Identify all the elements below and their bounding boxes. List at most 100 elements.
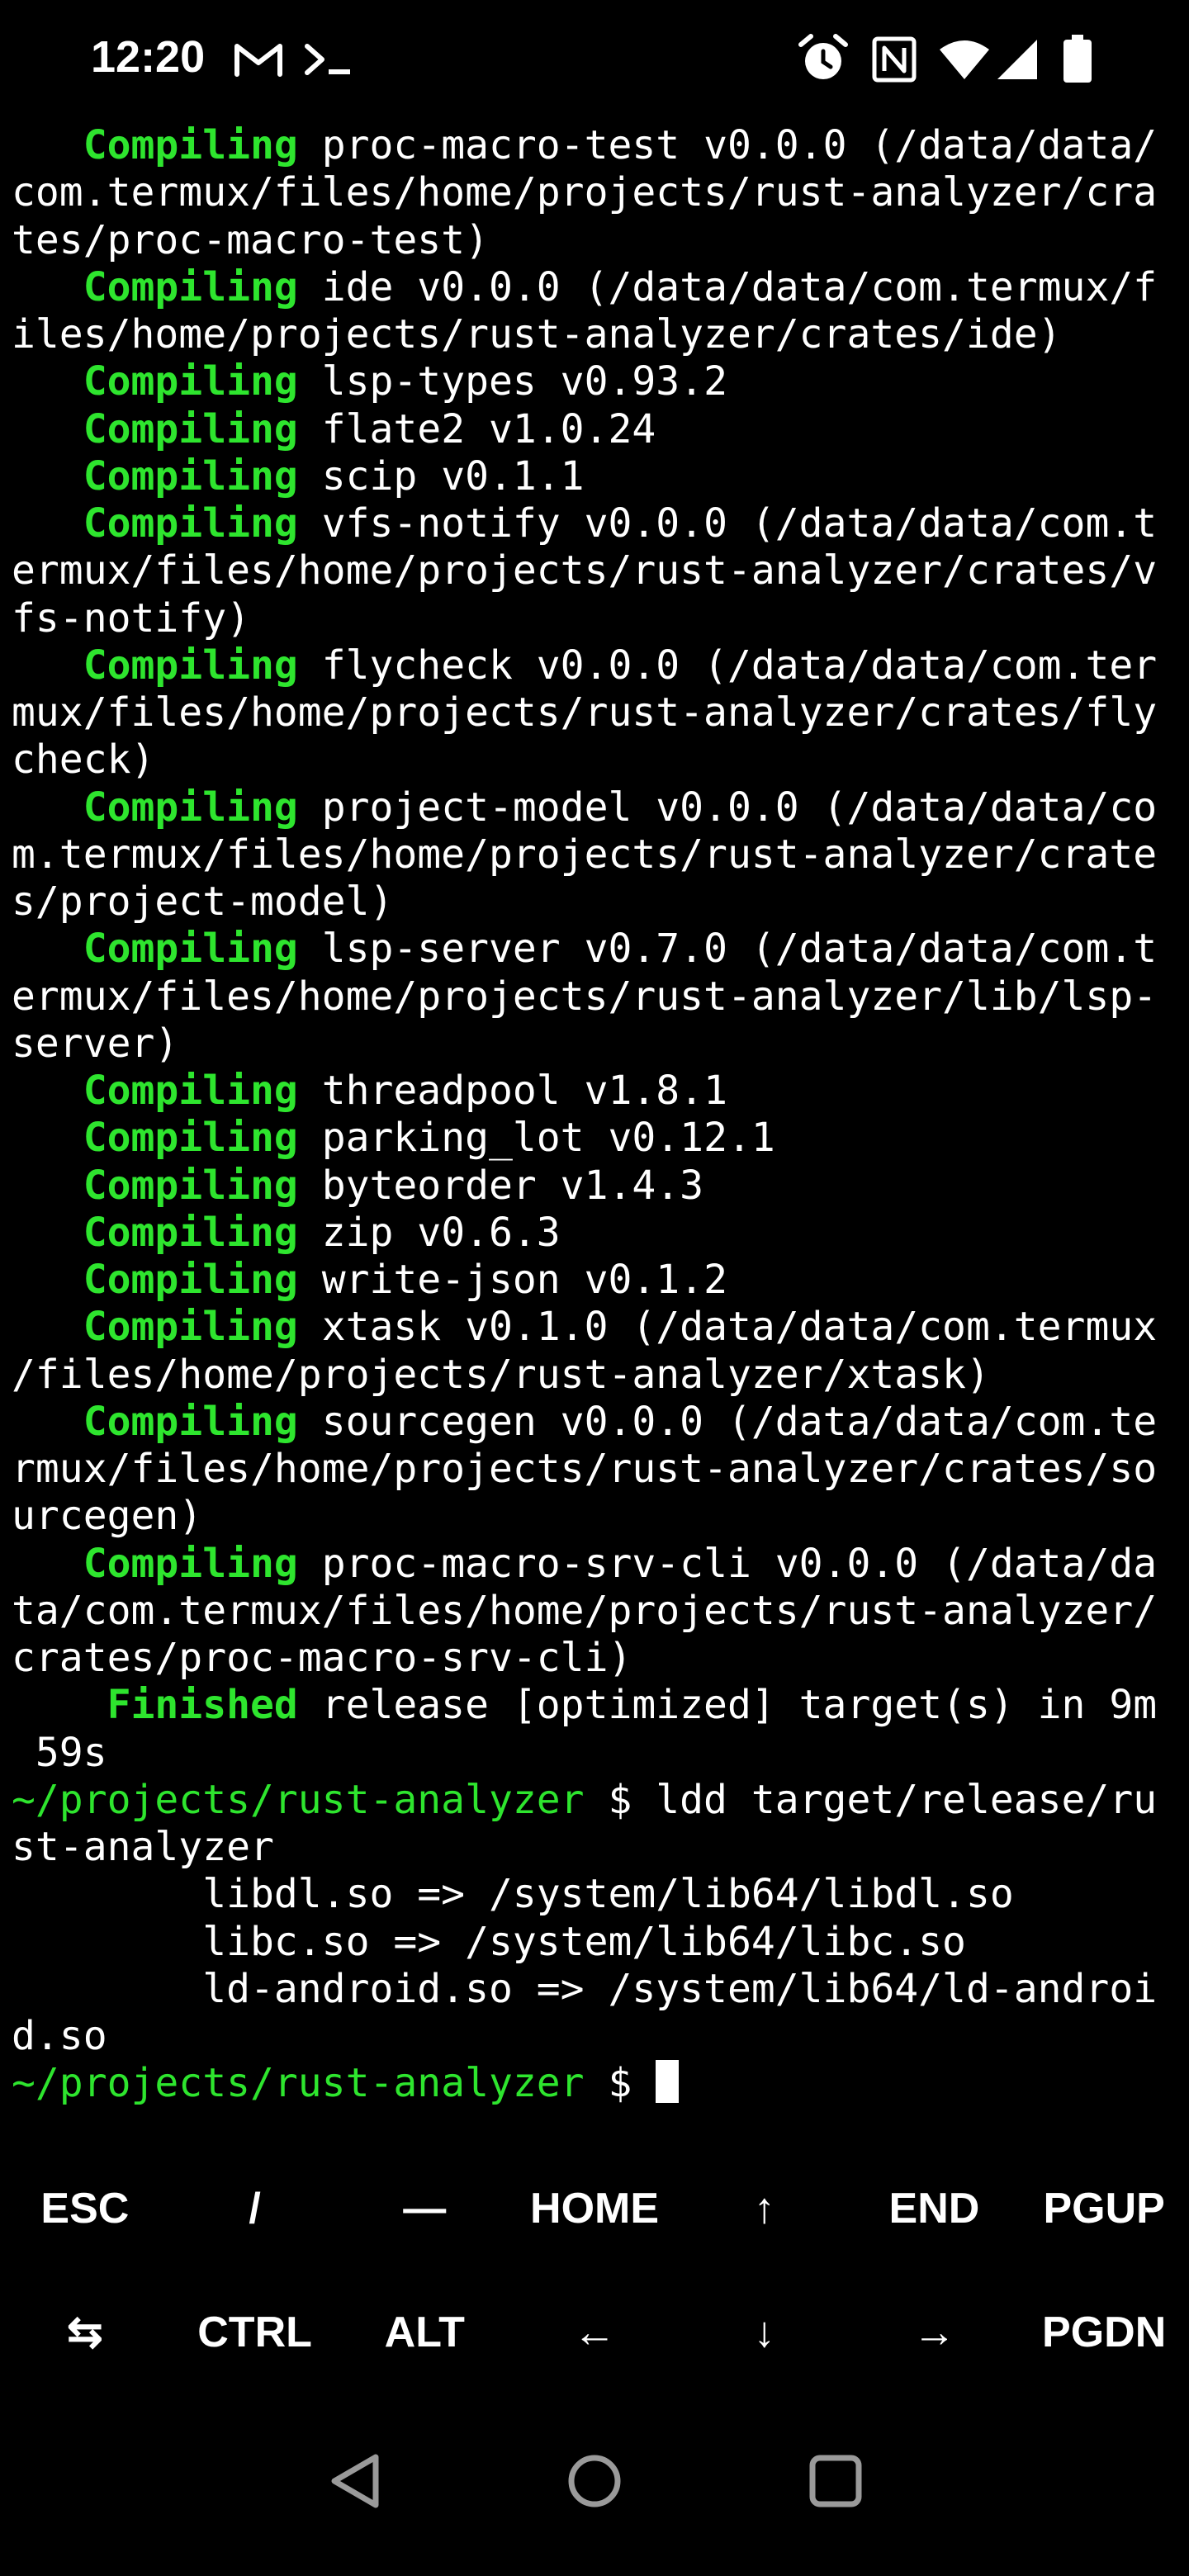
terminal-line: server) [12, 1020, 1181, 1068]
build-status-keyword: Compiling [83, 1115, 298, 1162]
line-text: st-analyzer [12, 1824, 274, 1870]
terminal-line: crates/proc-macro-srv-cli) [12, 1635, 1181, 1682]
esc-key[interactable]: ESC [0, 2147, 170, 2271]
terminal-line: ld-android.so => /system/lib64/ld-androi [12, 1966, 1181, 2013]
alarm-icon [798, 34, 848, 79]
slash-key[interactable]: / [170, 2147, 340, 2271]
line-text: com.termux/files/home/projects/rust-anal… [12, 169, 1158, 216]
terminal-line: /files/home/projects/rust-analyzer/xtask… [12, 1352, 1181, 1399]
extra-keys-row-2: ⇆ CTRL ALT ← ↓ → PGDN [0, 2271, 1189, 2394]
line-text: project-model v0.0.0 (/data/data/co [297, 784, 1158, 831]
terminal-line: urcegen) [12, 1493, 1181, 1540]
terminal-line: Compiling parking_lot v0.12.1 [12, 1115, 1181, 1162]
home-icon [568, 2455, 621, 2507]
build-status-keyword: Compiling [83, 405, 298, 452]
terminal-output[interactable]: Compiling proc-macro-test v0.0.0 (/data/… [12, 122, 1181, 2108]
line-text: s/project-model) [12, 878, 394, 925]
terminal-line: Compiling ide v0.0.0 (/data/data/com.ter… [12, 264, 1181, 311]
build-status-keyword: Compiling [83, 122, 298, 168]
prompt-path: ~/projects/rust-analyzer [12, 2060, 585, 2107]
terminal-line: Compiling sourcegen v0.0.0 (/data/data/c… [12, 1399, 1181, 1446]
line-text: zip v0.6.3 [297, 1209, 561, 1256]
navigation-bar [0, 2419, 1189, 2576]
line-text: scip v0.1.1 [297, 452, 585, 500]
terminal-line: com.termux/files/home/projects/rust-anal… [12, 169, 1181, 216]
ctrl-key[interactable]: CTRL [170, 2271, 340, 2394]
cellular-signal-icon [997, 40, 1037, 79]
extra-keys-row-1: ESC / — HOME ↑ END PGUP [0, 2147, 1189, 2271]
terminal-line: Compiling lsp-server v0.7.0 (/data/data/… [12, 926, 1181, 973]
line-text: mux/files/home/projects/rust-analyzer/cr… [12, 689, 1158, 736]
page-up-key[interactable]: PGUP [1019, 2147, 1189, 2271]
line-text: vfs-notify v0.0.0 (/data/data/com.t [297, 500, 1158, 547]
terminal-line: Compiling scip v0.1.1 [12, 453, 1181, 500]
line-text: iles/home/projects/rust-analyzer/crates/… [12, 311, 1062, 358]
recents-button[interactable] [778, 2419, 893, 2543]
tab-key[interactable]: ⇆ [0, 2271, 170, 2394]
line-text: fs-notify) [12, 594, 250, 642]
line-text: release [optimized] target(s) in 9m [297, 1682, 1158, 1729]
back-icon [331, 2454, 379, 2508]
terminal-line: mux/files/home/projects/rust-analyzer/cr… [12, 689, 1181, 736]
end-key[interactable]: END [850, 2147, 1020, 2271]
terminal-line: Compiling write-json v0.1.2 [12, 1257, 1181, 1304]
line-text: tes/proc-macro-test) [12, 216, 489, 263]
line-text: flycheck v0.0.0 (/data/data/com.ter [297, 642, 1158, 689]
page-down-key[interactable]: PGDN [1019, 2271, 1189, 2394]
line-text: 59s [12, 1729, 107, 1776]
status-bar: 12:20 [0, 0, 1189, 116]
terminal-line: s/project-model) [12, 878, 1181, 926]
terminal-line: Compiling flate2 v1.0.24 [12, 406, 1181, 453]
line-text: flate2 v1.0.24 [297, 405, 656, 452]
build-status-keyword: Compiling [83, 784, 298, 831]
terminal-line: Compiling zip v0.6.3 [12, 1210, 1181, 1257]
line-text: lsp-types v0.93.2 [297, 358, 727, 405]
line-text: lsp-server v0.7.0 (/data/data/com.t [297, 926, 1158, 973]
line-text: xtask v0.1.0 (/data/data/com.termux [297, 1304, 1158, 1351]
dash-key[interactable]: — [339, 2147, 509, 2271]
terminal-line: tes/proc-macro-test) [12, 217, 1181, 264]
terminal-line: iles/home/projects/rust-analyzer/crates/… [12, 311, 1181, 358]
line-text: $ [584, 2060, 656, 2107]
arrow-down-key[interactable]: ↓ [680, 2271, 850, 2394]
back-button[interactable] [299, 2419, 414, 2543]
line-text: ta/com.termux/files/home/projects/rust-a… [12, 1587, 1158, 1634]
line-text: m.termux/files/home/projects/rust-analyz… [12, 831, 1158, 878]
arrow-left-key[interactable]: ← [509, 2271, 680, 2394]
alt-key[interactable]: ALT [339, 2271, 509, 2394]
terminal-line: check) [12, 736, 1181, 784]
clock: 12:20 [91, 32, 206, 82]
terminal-line: Finished release [optimized] target(s) i… [12, 1682, 1181, 1729]
terminal-line: libdl.so => /system/lib64/libdl.so [12, 1871, 1181, 1918]
terminal-line: Compiling vfs-notify v0.0.0 (/data/data/… [12, 500, 1181, 547]
line-text: proc-macro-test v0.0.0 (/data/data/ [297, 122, 1158, 168]
arrow-right-key[interactable]: → [850, 2271, 1020, 2394]
build-status-keyword: Compiling [83, 452, 298, 500]
terminal-line: Compiling threadpool v1.8.1 [12, 1068, 1181, 1115]
build-status-keyword: Compiling [83, 1068, 298, 1114]
arrow-up-key[interactable]: ↑ [680, 2147, 850, 2271]
home-button[interactable] [537, 2419, 652, 2543]
prompt-path: ~/projects/rust-analyzer [12, 1776, 585, 1823]
wifi-icon [940, 40, 989, 79]
line-text: parking_lot v0.12.1 [297, 1115, 775, 1162]
line-text: rmux/files/home/projects/rust-analyzer/c… [12, 1446, 1158, 1492]
build-status-keyword: Compiling [83, 358, 298, 405]
home-key[interactable]: HOME [509, 2147, 680, 2271]
terminal-line: Compiling xtask v0.1.0 (/data/data/com.t… [12, 1304, 1181, 1351]
terminal-line: m.termux/files/home/projects/rust-analyz… [12, 831, 1181, 878]
build-status-keyword: Compiling [83, 1209, 298, 1256]
terminal-line: Compiling flycheck v0.0.0 (/data/data/co… [12, 642, 1181, 689]
